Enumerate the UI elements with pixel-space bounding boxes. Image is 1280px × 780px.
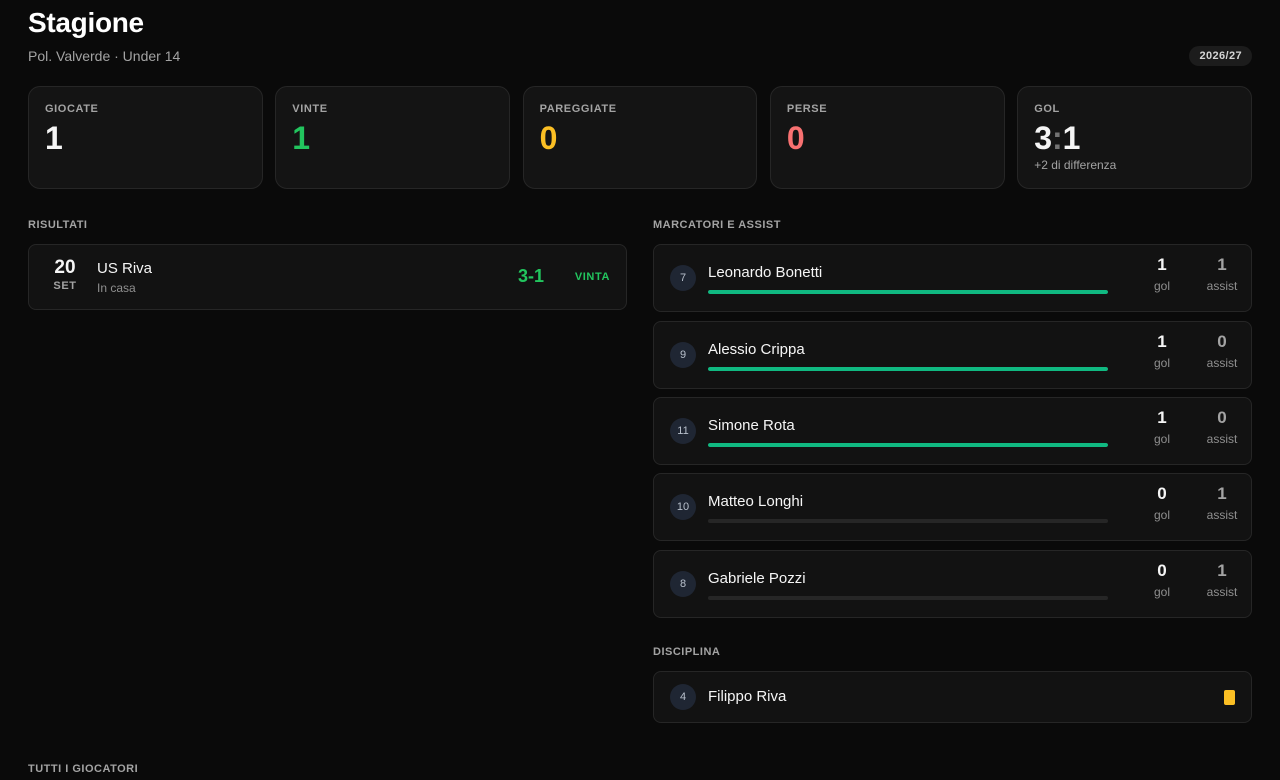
assists-stat: 1 assist [1193, 561, 1251, 599]
goals-stat: 0 gol [1142, 484, 1182, 522]
assists-unit: assist [1206, 508, 1238, 522]
jersey-number: 11 [670, 418, 696, 444]
player-name: Leonardo Bonetti [708, 264, 823, 281]
goals-for: 3 [1034, 120, 1052, 156]
jersey-number: 10 [670, 494, 696, 520]
player-name: Gabriele Pozzi [708, 570, 806, 587]
goals-stat: 0 gol [1142, 561, 1182, 599]
section-label-results: RISULTATI [28, 219, 88, 231]
scorer-row[interactable]: 7 Leonardo Bonetti 1 gol 1 assist [653, 244, 1252, 312]
stat-label: VINTE [292, 103, 328, 115]
player-name: Matteo Longhi [708, 493, 804, 510]
stat-value-won: 1 [292, 120, 311, 156]
stat-label: GIOCATE [45, 103, 99, 115]
yellow-card-icon [1224, 690, 1235, 705]
goals-unit: gol [1153, 432, 1170, 446]
assists-unit: assist [1206, 585, 1238, 599]
assists-value: 1 [1217, 561, 1227, 580]
player-name: Simone Rota [708, 417, 795, 434]
assists-value: 0 [1217, 332, 1227, 351]
assists-unit: assist [1206, 279, 1238, 293]
goals-unit: gol [1153, 585, 1170, 599]
match-score: 3-1 [517, 266, 544, 286]
section-label-all-players: TUTTI I GIOCATORI [28, 763, 139, 775]
goals-stat: 1 gol [1142, 255, 1182, 293]
goal-difference: +2 di differenza [1034, 158, 1117, 172]
section-label-discipline: DISCIPLINA [653, 646, 721, 658]
goal-bar [708, 290, 1108, 294]
season-badge[interactable]: 2026/27 [1189, 46, 1252, 66]
goals-value: 0 [1157, 561, 1167, 580]
discipline-row[interactable]: 4 Filippo Riva [653, 671, 1252, 723]
assists-stat: 1 assist [1193, 255, 1251, 293]
goal-bar [708, 596, 1108, 600]
goal-bar [708, 443, 1108, 447]
scorer-row[interactable]: 9 Alessio Crippa 1 gol 0 assist [653, 321, 1252, 389]
stat-card-lost: PERSE 0 [769, 86, 1005, 189]
assists-value: 1 [1217, 255, 1227, 274]
assists-value: 0 [1217, 408, 1227, 427]
goals-against: 1 [1062, 120, 1081, 156]
team-subtitle: Pol. Valverde · Under 14 [28, 48, 181, 64]
stat-card-goals: GOL 3:1 +2 di differenza [1017, 86, 1252, 189]
player-name: Alessio Crippa [708, 341, 805, 358]
stat-value-lost: 0 [786, 120, 805, 156]
match-month: SET [53, 280, 77, 292]
scorer-row[interactable]: 8 Gabriele Pozzi 0 gol 1 assist [653, 550, 1252, 618]
match-opponent: US Riva [97, 260, 153, 277]
goals-separator: : [1051, 120, 1063, 156]
stat-value-drawn: 0 [539, 120, 558, 156]
goal-bar [708, 519, 1108, 523]
stat-value-played: 1 [45, 120, 63, 156]
assists-stat: 1 assist [1193, 484, 1251, 522]
player-name: Filippo Riva [708, 688, 787, 705]
goal-bar-fill [708, 443, 1108, 447]
jersey-number: 9 [670, 342, 696, 368]
goals-unit: gol [1153, 279, 1170, 293]
assists-unit: assist [1206, 356, 1238, 370]
section-label-scorers: MARCATORI E ASSIST [653, 219, 781, 231]
goals-unit: gol [1153, 508, 1170, 522]
stat-card-played: GIOCATE 1 [28, 86, 263, 189]
match-venue: In casa [97, 281, 136, 295]
goal-bar [708, 367, 1108, 371]
assists-unit: assist [1206, 432, 1238, 446]
jersey-number: 8 [670, 571, 696, 597]
goals-stat: 1 gol [1142, 408, 1182, 446]
goal-bar-fill [708, 290, 1108, 294]
assists-stat: 0 assist [1193, 332, 1251, 370]
jersey-number: 4 [670, 684, 696, 710]
stat-label: GOL [1034, 103, 1060, 115]
match-day: 20 [54, 257, 76, 278]
goals-value: 1 [1157, 408, 1167, 427]
match-result-badge: VINTA [574, 271, 610, 283]
stat-card-won: VINTE 1 [275, 86, 511, 189]
goals-stat: 1 gol [1142, 332, 1182, 370]
goals-unit: gol [1153, 356, 1170, 370]
stats-row: GIOCATE 1 VINTE 1 PAREGGIATE 0 PERSE 0 G… [28, 86, 1252, 189]
assists-value: 1 [1217, 484, 1227, 503]
goals-value: 1 [1157, 255, 1167, 274]
scorer-row[interactable]: 11 Simone Rota 1 gol 0 assist [653, 397, 1252, 465]
stat-label: PERSE [786, 103, 828, 115]
match-row[interactable]: 20 SET US Riva In casa 3-1 VINTA [28, 244, 627, 310]
scorer-row[interactable]: 10 Matteo Longhi 0 gol 1 assist [653, 473, 1252, 541]
stat-value-goals: 3:1 [1034, 119, 1235, 157]
goals-value: 1 [1157, 332, 1167, 351]
stat-label: PAREGGIATE [539, 103, 617, 115]
stat-card-drawn: PAREGGIATE 0 [522, 86, 758, 189]
page-title: Stagione [28, 7, 144, 38]
goals-value: 0 [1157, 484, 1167, 503]
jersey-number: 7 [670, 265, 696, 291]
assists-stat: 0 assist [1193, 408, 1251, 446]
goal-bar-fill [708, 367, 1108, 371]
